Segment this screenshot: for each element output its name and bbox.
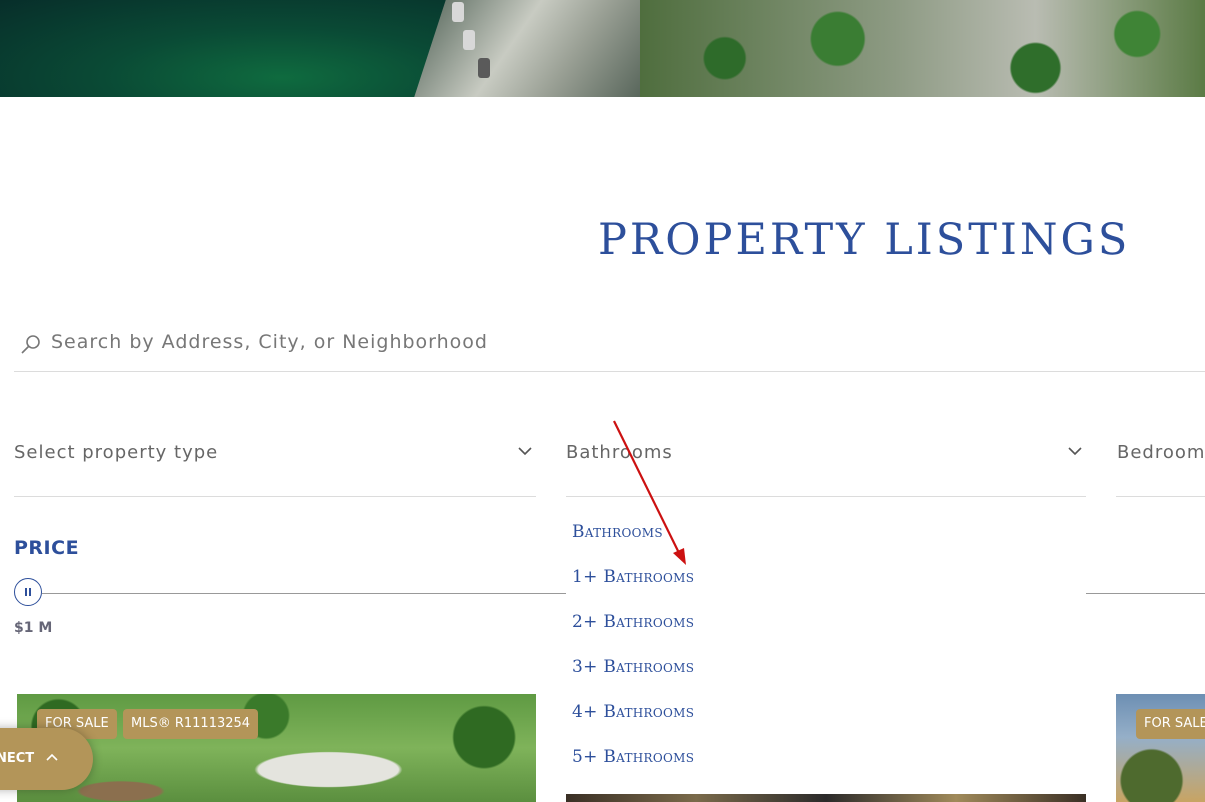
bedrooms-label: Bedrooms (1117, 442, 1205, 463)
chevron-down-icon (1068, 447, 1082, 456)
dropdown-option[interactable]: 4+ Bathrooms (572, 702, 694, 722)
search-input[interactable]: Search by Address, City, or Neighborhood (51, 331, 488, 353)
search-icon (21, 335, 40, 354)
bathrooms-select[interactable]: Bathrooms (566, 430, 1086, 497)
hero-car (452, 2, 464, 22)
property-type-label: Select property type (14, 442, 219, 463)
property-type-select[interactable]: Select property type (14, 430, 536, 497)
listing-image[interactable] (566, 794, 1086, 802)
chevron-up-icon (46, 753, 58, 761)
status-badge: FOR SALE (1136, 709, 1205, 739)
bathrooms-dropdown-menu: Bathrooms 1+ Bathrooms 2+ Bathrooms 3+ B… (566, 510, 1086, 794)
dropdown-option[interactable]: 5+ Bathrooms (572, 747, 694, 767)
search-bar[interactable]: Search by Address, City, or Neighborhood (14, 322, 1205, 372)
hero-car (478, 58, 490, 78)
dropdown-option[interactable]: 3+ Bathrooms (572, 657, 694, 677)
page-title: PROPERTY LISTINGS (598, 215, 1131, 265)
bathrooms-label: Bathrooms (566, 442, 673, 463)
hero-banner-image (0, 0, 1205, 97)
mls-badge: MLS® R11113254 (123, 709, 259, 739)
hero-car (463, 30, 475, 50)
price-slider-handle[interactable] (14, 578, 42, 606)
connect-button[interactable]: NECT (0, 728, 93, 790)
hero-water (0, 0, 470, 97)
dropdown-option[interactable]: 1+ Bathrooms (572, 567, 694, 587)
dropdown-option[interactable]: 2+ Bathrooms (572, 612, 694, 632)
price-value: $1 M (14, 620, 53, 636)
connect-button-label: NECT (0, 751, 35, 766)
chevron-down-icon (518, 447, 532, 456)
hero-trees (640, 0, 1205, 97)
price-label: PRICE (14, 537, 80, 559)
bedrooms-select[interactable]: Bedrooms (1116, 430, 1205, 497)
dropdown-option[interactable]: Bathrooms (572, 522, 663, 542)
